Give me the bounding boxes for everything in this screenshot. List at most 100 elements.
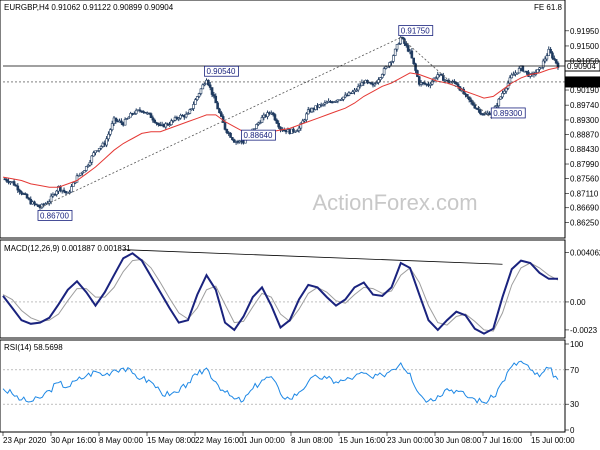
candle-body: [273, 114, 277, 121]
candle-body: [556, 62, 560, 68]
price-annotation-label: 0.91750: [401, 27, 430, 36]
rsi-tick-label: 30: [570, 400, 579, 409]
candle-body: [90, 155, 94, 163]
candle-body: [223, 122, 227, 130]
candle-body: [229, 132, 232, 138]
candle-body: [225, 129, 229, 133]
candle-body: [517, 68, 521, 74]
candle-body: [110, 123, 114, 131]
candle-body: [499, 96, 502, 100]
price-tick-label: 0.87990: [570, 160, 599, 169]
candle-body: [92, 152, 95, 157]
candle-body: [151, 117, 155, 121]
candle-body: [12, 181, 16, 186]
candle-body: [195, 96, 199, 100]
candle-body: [49, 195, 53, 202]
candle-body: [210, 87, 214, 95]
price-tick-label: 0.89300: [570, 116, 599, 125]
macd-title: MACD(12,26,9) 0.001887 0.001831: [4, 244, 131, 253]
rsi-panel-frame: [0, 339, 566, 433]
candle-body: [473, 104, 477, 109]
candle-body: [551, 52, 554, 59]
candle-body: [97, 148, 101, 151]
candle-body: [275, 119, 279, 124]
candle-body: [380, 74, 384, 78]
candle-body: [521, 65, 525, 72]
price-tick-label: 0.88430: [570, 145, 599, 154]
corner-label: FE 61.8: [534, 3, 563, 12]
candle-body: [220, 112, 223, 117]
candle-body: [305, 113, 308, 121]
price-panel-frame: [0, 0, 566, 239]
candle-body: [382, 68, 386, 75]
candle-body: [504, 87, 508, 92]
candle-body: [277, 122, 280, 128]
candle-body: [201, 84, 205, 90]
candle-body: [541, 60, 545, 68]
price-tick-label: 0.91050: [570, 57, 599, 66]
candle-body: [395, 44, 399, 50]
candle-body: [478, 109, 482, 114]
price-annotation-label: 0.88640: [244, 131, 273, 140]
price-tick-label: 0.86250: [570, 219, 599, 228]
candle-body: [25, 194, 29, 199]
candle-body: [114, 117, 118, 122]
rsi-tick-label: 100: [570, 340, 584, 349]
price-tick-label: 0.89740: [570, 101, 599, 110]
candle-body: [149, 113, 153, 119]
price-tick-label: 0.88870: [570, 130, 599, 139]
time-tick-label: 23 Apr 2020: [3, 436, 47, 445]
candle-body: [218, 108, 221, 114]
price-annotation-label: 0.89300: [493, 109, 522, 118]
candle-body: [543, 58, 547, 62]
price-tick-label: 0.87110: [570, 190, 599, 199]
candle-body: [279, 126, 282, 130]
candle-body: [107, 133, 110, 140]
rsi-tick-label: 0: [570, 426, 575, 435]
candle-body: [33, 201, 36, 205]
chart-title: EURGBP,H4 0.91062 0.91122 0.90899 0.9090…: [4, 3, 174, 12]
time-tick-label: 23 Jun 00:00: [387, 436, 434, 445]
time-tick-label: 22 May 16:00: [195, 436, 244, 445]
candle-body: [501, 93, 504, 98]
macd-tick-label: 0.00: [570, 298, 586, 307]
candle-body: [508, 77, 512, 84]
price-axis: 0.909040.904300.919500.915000.910500.901…: [564, 27, 600, 228]
candle-body: [503, 90, 506, 94]
candle-body: [214, 95, 218, 104]
candle-body: [199, 88, 203, 94]
candle-body: [207, 79, 210, 86]
price-tick-label: 0.90190: [570, 86, 599, 95]
candle-body: [216, 102, 219, 110]
candle-body: [545, 55, 549, 60]
candle-body: [392, 55, 395, 62]
price-annotation-label: 0.90540: [207, 67, 236, 76]
price-annotation-label: 0.86700: [40, 211, 69, 220]
candle-body: [88, 162, 92, 166]
price-tick-label: 0.91950: [570, 27, 599, 36]
candle-body: [16, 185, 20, 191]
candle-body: [497, 98, 501, 107]
candle-body: [410, 50, 414, 59]
candle-body: [231, 137, 234, 141]
time-tick-label: 15 Jul 00:00: [531, 436, 575, 445]
rsi-tick-label: 70: [570, 366, 579, 375]
candle-body: [192, 104, 195, 109]
time-tick-label: 15 May 08:00: [147, 436, 196, 445]
candle-body: [153, 119, 156, 123]
price-tick-label: 0.86690: [570, 204, 599, 213]
candle-body: [260, 117, 264, 123]
price-tick-label: 0.91500: [570, 42, 599, 51]
forex-chart: ActionForex.com 0.86700 0.90540 0.88640 0.9…: [0, 0, 600, 445]
candle-body: [549, 49, 552, 54]
time-axis: 23 Apr 2020 30 Apr 16:00 8 May 00:00 15 May…: [2, 432, 575, 445]
candle-body: [188, 109, 192, 114]
candle-body: [208, 84, 212, 88]
candle-body: [109, 129, 112, 135]
time-tick-label: 8 Jun 08:00: [291, 436, 333, 445]
time-tick-label: 7 Jul 16:00: [483, 436, 523, 445]
candle-body: [412, 57, 416, 65]
candle-body: [255, 124, 258, 129]
candle-body: [404, 43, 408, 46]
candle-body: [379, 77, 382, 81]
